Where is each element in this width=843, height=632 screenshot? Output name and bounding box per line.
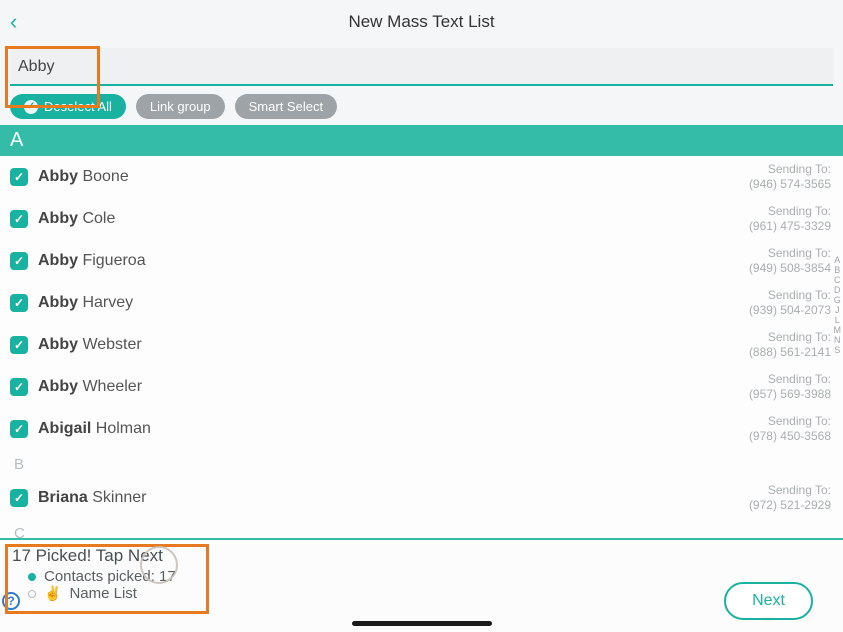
index-letter[interactable]: S [834,345,842,355]
help-icon[interactable]: ? [2,592,20,610]
status-contacts-label: Contacts picked: 17 [44,568,176,585]
contact-phone: Sending To:(888) 561-2141 [749,330,831,360]
smart-select-label: Smart Select [249,99,323,114]
search-input[interactable] [10,48,833,86]
checkbox-checked-icon[interactable]: ✓ [10,168,28,186]
search-container [0,44,843,86]
check-icon: ✓ [24,100,38,114]
contact-row[interactable]: ✓ Abby Webster Sending To:(888) 561-2141 [0,324,843,366]
contact-phone: Sending To:(939) 504-2073 [749,288,831,318]
contact-name: Briana Skinner [38,489,147,507]
contact-row[interactable]: ✓ Briana Skinner Sending To:(972) 521-2929 [0,477,843,519]
index-letter[interactable]: J [834,305,842,315]
contact-phone: Sending To:(961) 475-3329 [749,204,831,234]
link-group-button[interactable]: Link group [136,94,225,119]
index-letter[interactable]: B [834,265,842,275]
footer: 17 Picked! Tap Next Contacts picked: 17 … [0,538,843,632]
alpha-index-bar[interactable]: ABCDGJLMNS [834,255,842,355]
header: ‹ New Mass Text List [0,0,843,44]
contact-row[interactable]: ✓ Abby Boone Sending To:(946) 574-3565 [0,156,843,198]
checkbox-checked-icon[interactable]: ✓ [10,336,28,354]
checkbox-checked-icon[interactable]: ✓ [10,378,28,396]
index-letter[interactable]: C [834,275,842,285]
contact-row[interactable]: ✓ Abigail Holman Sending To:(978) 450-3568 [0,408,843,450]
section-header-b: B [0,450,843,477]
home-indicator [352,621,492,626]
index-letter[interactable]: M [834,325,842,335]
contact-name: Abby Harvey [38,294,133,312]
contact-phone: Sending To:(972) 521-2929 [749,483,831,513]
contact-list[interactable]: ✓ Abby Boone Sending To:(946) 574-3565 ✓ Abb… [0,156,843,554]
contact-phone: Sending To:(957) 569-3988 [749,372,831,402]
index-letter[interactable]: N [834,335,842,345]
deselect-all-button[interactable]: ✓ Deselect All [10,94,126,119]
status-namelist-label: Name List [69,585,137,602]
contact-row[interactable]: ✓ Abby Wheeler Sending To:(957) 569-3988 [0,366,843,408]
contact-row[interactable]: ✓ Abby Harvey Sending To:(939) 504-2073 [0,282,843,324]
contact-name: Abigail Holman [38,420,151,438]
index-letter[interactable]: G [834,295,842,305]
bullet-open-icon [28,590,36,598]
link-group-label: Link group [150,99,211,114]
next-button[interactable]: Next [724,582,813,620]
back-chevron-icon[interactable]: ‹ [10,9,17,35]
status-block: 17 Picked! Tap Next Contacts picked: 17 … [0,540,843,602]
checkbox-checked-icon[interactable]: ✓ [10,294,28,312]
checkbox-checked-icon[interactable]: ✓ [10,210,28,228]
contact-phone: Sending To:(949) 508-3854 [749,246,831,276]
page-title: New Mass Text List [348,12,494,32]
status-line-namelist: ✌️ Name List [28,585,833,602]
contact-row[interactable]: ✓ Abby Cole Sending To:(961) 475-3329 [0,198,843,240]
status-line-contacts: Contacts picked: 17 [28,568,833,585]
index-letter[interactable]: L [834,315,842,325]
deselect-all-label: Deselect All [44,99,112,114]
smart-select-button[interactable]: Smart Select [235,94,337,119]
bullet-green-icon [28,573,36,581]
contact-phone: Sending To:(978) 450-3568 [749,414,831,444]
contact-name: Abby Cole [38,210,115,228]
checkbox-checked-icon[interactable]: ✓ [10,252,28,270]
action-pill-row: ✓ Deselect All Link group Smart Select [0,86,843,125]
index-letter[interactable]: A [834,255,842,265]
contact-phone: Sending To:(946) 574-3565 [749,162,831,192]
contact-name: Abby Figueroa [38,252,146,270]
checkbox-checked-icon[interactable]: ✓ [10,420,28,438]
contact-row[interactable]: ✓ Abby Figueroa Sending To:(949) 508-3854 [0,240,843,282]
section-header-a: A [0,125,843,156]
contact-name: Abby Wheeler [38,378,142,396]
status-title: 17 Picked! Tap Next [12,546,833,566]
index-letter[interactable]: D [834,285,842,295]
peace-emoji-icon: ✌️ [44,585,61,602]
checkbox-checked-icon[interactable]: ✓ [10,489,28,507]
contact-name: Abby Webster [38,336,142,354]
contact-name: Abby Boone [38,168,129,186]
